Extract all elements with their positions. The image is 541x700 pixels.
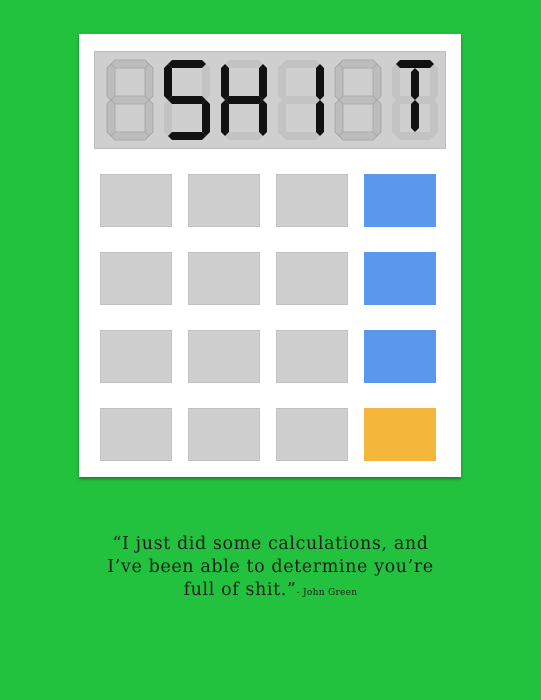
calculator-keypad xyxy=(100,174,440,464)
display-segment-off xyxy=(334,63,344,101)
display-segment-on xyxy=(168,60,206,68)
display-segment-off xyxy=(396,132,434,140)
display-segment-on xyxy=(316,100,324,136)
display-digit xyxy=(392,60,438,140)
calculator-display xyxy=(94,51,446,149)
display-segment-on xyxy=(202,100,210,136)
display-segment-off xyxy=(278,100,286,136)
display-segment-off xyxy=(106,63,116,101)
calculator-key-gray xyxy=(100,174,172,227)
display-segment-on xyxy=(164,64,172,100)
display-segment-on xyxy=(221,64,229,100)
display-segment-off xyxy=(338,59,378,69)
calculator-key-gray xyxy=(188,174,260,227)
display-segment-off xyxy=(278,64,286,100)
calculator-key-blue xyxy=(364,252,436,305)
display-segment-off xyxy=(372,63,382,101)
display-digit xyxy=(334,59,382,141)
display-digit xyxy=(221,60,267,140)
calculator-key-gray xyxy=(276,408,348,461)
display-segment-off xyxy=(334,99,344,137)
display-segment-on xyxy=(316,64,324,100)
display-segment-on xyxy=(225,96,263,104)
display-segment-off xyxy=(392,64,400,100)
quote-author: - John Green xyxy=(296,588,358,598)
display-segment-off xyxy=(106,99,116,137)
display-segment-off xyxy=(110,95,150,105)
display-segment-off xyxy=(282,132,320,140)
display-segment-on xyxy=(168,96,206,104)
calculator-key-gray xyxy=(188,330,260,383)
display-segment-off xyxy=(110,59,150,69)
display-segment-off xyxy=(225,132,263,140)
display-segment-off xyxy=(392,100,400,136)
display-segment-on xyxy=(259,64,267,100)
display-digit xyxy=(278,60,324,140)
display-segment-off xyxy=(225,60,263,68)
display-segment-off xyxy=(282,60,320,68)
display-segment-on xyxy=(411,68,419,100)
calculator-key-blue xyxy=(364,330,436,383)
display-segment-off xyxy=(430,64,438,100)
calculator-key-orange xyxy=(364,408,436,461)
quote-line-1: “I just did some calculations, and xyxy=(112,534,429,554)
quote-line-2: I’ve been able to determine you’re xyxy=(107,557,434,577)
display-segment-off xyxy=(338,131,378,141)
display-segment-on xyxy=(221,100,229,136)
calculator-key-gray xyxy=(100,252,172,305)
quote-line-3-text: full of shit.” xyxy=(183,580,297,600)
calculator-key-gray xyxy=(188,408,260,461)
display-digit xyxy=(106,59,154,141)
calculator-key-gray xyxy=(100,330,172,383)
display-segment-off xyxy=(144,63,154,101)
calculator-key-gray xyxy=(276,330,348,383)
display-segment-off xyxy=(202,64,210,100)
calculator-key-gray xyxy=(188,252,260,305)
display-segment-off xyxy=(282,96,320,104)
display-segment-off xyxy=(110,131,150,141)
display-segment-on xyxy=(396,60,434,68)
seven-segment-display xyxy=(106,59,438,141)
display-segment-off xyxy=(164,100,172,136)
calculator-key-gray xyxy=(276,252,348,305)
calculator-key-gray xyxy=(276,174,348,227)
display-segment-on xyxy=(259,100,267,136)
calculator-key-gray xyxy=(100,408,172,461)
display-segment-off xyxy=(430,100,438,136)
display-digit xyxy=(164,60,210,140)
quote-block: “I just did some calculations, and I’ve … xyxy=(0,533,541,605)
display-segment-off xyxy=(372,99,382,137)
display-segment-on xyxy=(168,132,206,140)
display-segment-on xyxy=(411,100,419,132)
display-segment-off xyxy=(338,95,378,105)
quote-line-3: full of shit.”- John Green xyxy=(0,579,541,605)
calculator-key-blue xyxy=(364,174,436,227)
display-segment-off xyxy=(144,99,154,137)
calculator-illustration xyxy=(79,34,461,477)
